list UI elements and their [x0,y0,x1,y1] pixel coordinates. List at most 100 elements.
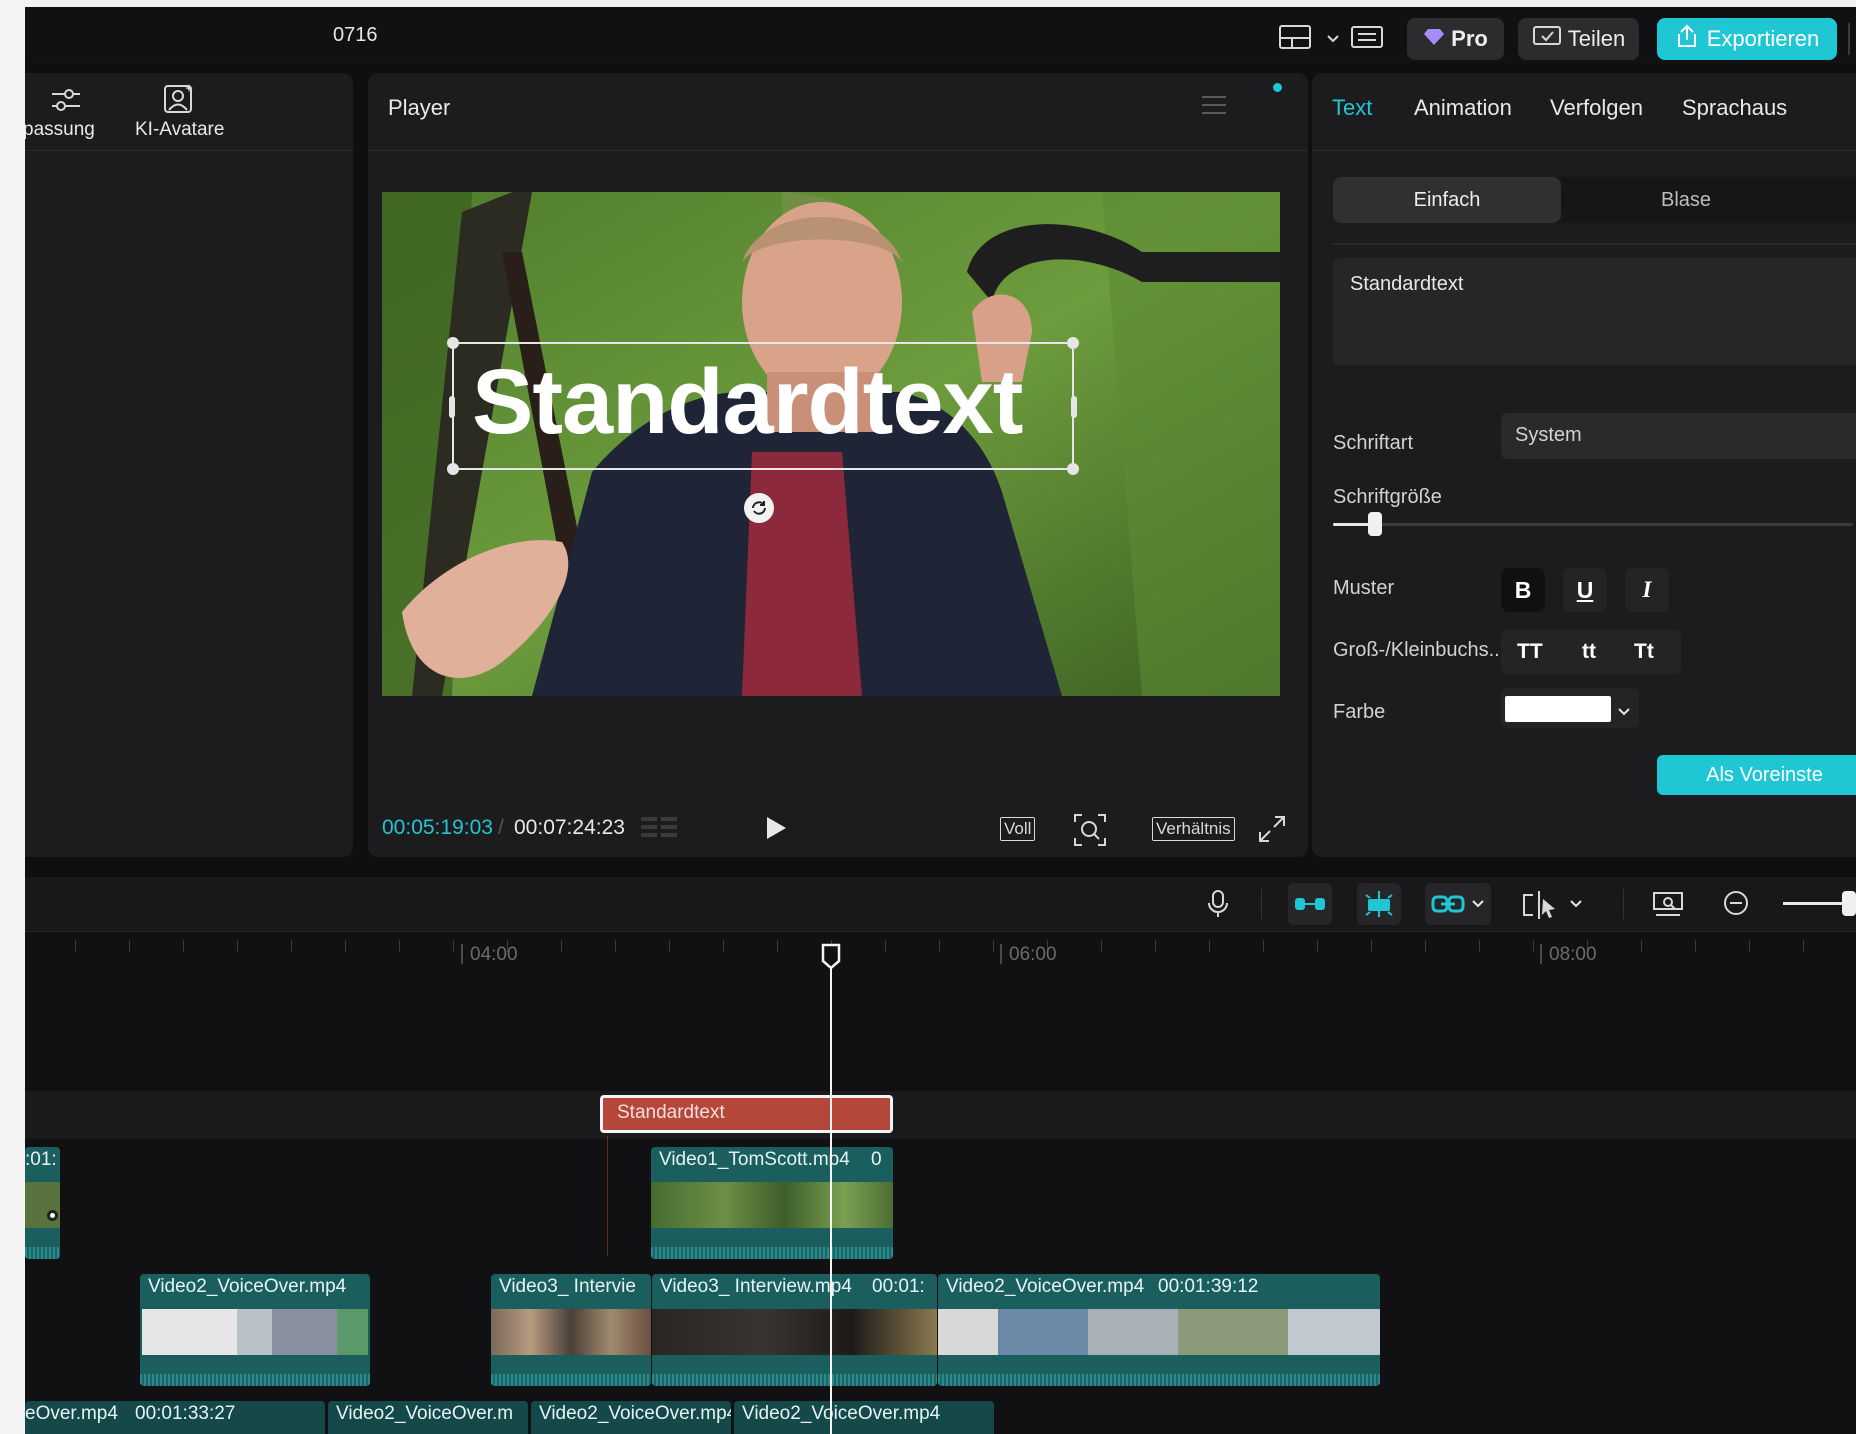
select-chevron-down-icon [1570,900,1582,908]
linkage-button[interactable] [1425,883,1491,925]
ruler-tick [345,940,346,952]
case-lower-button[interactable]: tt [1582,640,1596,664]
ruler-tick [1317,940,1318,952]
microphone-icon[interactable] [1206,889,1230,924]
preview-axis-icon[interactable] [1650,889,1686,924]
subtab-bubble[interactable]: Blase [1572,177,1800,223]
text-input-area[interactable]: Standardtext [1333,258,1856,365]
resize-handle-bl[interactable] [447,463,459,475]
ruler-tick [777,940,778,952]
time-ruler[interactable]: 04:00 06:00 08:00 [25,931,1856,971]
app-root: 0716 Pro Teilen Exportieren passung KI-A… [0,0,1856,1434]
editor-window: 0716 Pro Teilen Exportieren passung KI-A… [25,7,1856,1434]
playhead-line [830,963,832,1434]
video-clip[interactable]: eOver.mp4 00:01:33:27 [25,1401,325,1434]
pro-button[interactable]: Pro [1407,18,1504,60]
desktop-edge [0,0,25,1434]
auto-snap-button[interactable] [1357,883,1401,925]
size-label: Schriftgröße [1333,486,1442,508]
ruler-tick [1533,940,1534,952]
text-selection-box[interactable]: Standardtext [447,337,1079,475]
ruler-tick [669,940,670,952]
ruler-tick [1371,940,1372,952]
subtab-simple[interactable]: Einfach [1333,177,1561,223]
resize-handle-right[interactable] [1071,396,1077,418]
video-clip[interactable]: :01: [25,1147,60,1259]
case-title-button[interactable]: Tt [1634,640,1654,664]
ruler-tick [1263,940,1264,952]
aspect-ratio-button[interactable]: Verhältnis [1152,817,1235,841]
export-button[interactable]: Exportieren [1657,18,1837,60]
full-quality-button[interactable]: Voll [1000,817,1036,841]
zoom-fit-icon[interactable] [1073,813,1107,852]
upload-icon [1675,23,1699,55]
color-picker[interactable] [1501,688,1639,728]
underline-button[interactable]: U [1563,568,1607,612]
share-screen-icon [1532,24,1562,54]
clip-duration: 0 [871,1149,882,1170]
video-clip[interactable]: Video2_VoiceOver.mp4 [140,1274,370,1386]
video-preview[interactable]: Standardtext [382,192,1280,696]
tab-tracking[interactable]: Verfolgen [1550,95,1643,121]
keyframe-icon[interactable] [47,1210,58,1221]
chevron-down-icon[interactable] [1326,31,1340,49]
play-icon[interactable] [764,815,788,846]
properties-panel: Text Animation Verfolgen Sprachaus Einfa… [1312,73,1856,857]
project-name[interactable]: 0716 [333,24,378,47]
clip-label: Video2_VoiceOver.mp4 [539,1403,731,1424]
tab-speech[interactable]: Sprachaus [1682,95,1787,121]
linkage-chevron-down-icon [1472,900,1484,908]
zoom-slider-thumb[interactable] [1841,891,1856,916]
video-clip[interactable]: Video3_ Intervie [491,1274,651,1386]
tab-ai-avatars-label: KI-Avatare [135,119,225,140]
size-slider-track [1333,523,1853,526]
resize-handle-br[interactable] [1067,463,1079,475]
playhead-handle-icon [821,943,841,970]
magnet-link-button[interactable] [1288,883,1332,925]
text-input-value: Standardtext [1350,273,1464,295]
video-clip[interactable]: Video2_VoiceOver.mp4 [531,1401,731,1434]
video-clip[interactable]: Video2_VoiceOver.mp4 00:01:39:12 [938,1274,1380,1386]
bold-button[interactable]: B [1501,568,1545,612]
video-clip[interactable]: Video2_VoiceOver.m [328,1401,528,1434]
chain-link-icon [1431,895,1465,913]
resize-handle-left[interactable] [449,396,455,418]
video-clip[interactable]: Video1_TomScott.mp4 0 [651,1147,893,1259]
ruler-mark-0600 [1000,944,1002,964]
menu-icon[interactable] [1200,93,1228,122]
tab-text[interactable]: Text [1332,95,1372,121]
left-panel-divider [25,150,353,151]
ruler-tick [1695,940,1696,952]
layout-icon[interactable] [1278,23,1312,56]
resize-handle-tr[interactable] [1067,337,1079,349]
zoom-out-icon[interactable] [1722,889,1752,924]
fullscreen-icon[interactable] [1258,815,1286,848]
selection-tool-button[interactable] [1521,885,1591,925]
italic-button[interactable]: I [1625,568,1669,612]
tab-adjustment[interactable]: passung [25,81,123,141]
share-button[interactable]: Teilen [1518,18,1639,60]
ruler-tick [993,940,994,952]
case-upper-button[interactable]: TT [1517,640,1543,664]
video-clip[interactable]: Video3_ Interview.mp4 00:01: [652,1274,937,1386]
rotate-handle-icon[interactable] [744,493,774,523]
grid-view-icon[interactable] [639,814,679,849]
save-preset-button[interactable]: Als Voreinste [1657,755,1856,795]
font-select[interactable]: System [1501,413,1856,459]
ruler-label-0600: 06:00 [1009,944,1057,965]
zoom-slider[interactable] [1783,891,1856,917]
size-slider[interactable] [1333,511,1853,537]
text-clip[interactable]: Standardtext [600,1095,893,1133]
keyboard-icon[interactable] [1350,24,1384,55]
marker-line [607,1136,608,1256]
tab-animation[interactable]: Animation [1414,95,1512,121]
style-label: Muster [1333,577,1395,599]
resize-handle-tl[interactable] [447,337,459,349]
tab-ai-avatars[interactable]: KI-Avatare [131,81,241,141]
size-slider-thumb[interactable] [1367,512,1382,536]
playhead[interactable] [820,943,842,1434]
toolbar-divider-2 [1623,889,1624,919]
text-overlay[interactable]: Standardtext [472,350,1023,455]
video-clip[interactable]: Video2_VoiceOver.mp4 [734,1401,994,1434]
ruler-tick [1209,940,1210,952]
